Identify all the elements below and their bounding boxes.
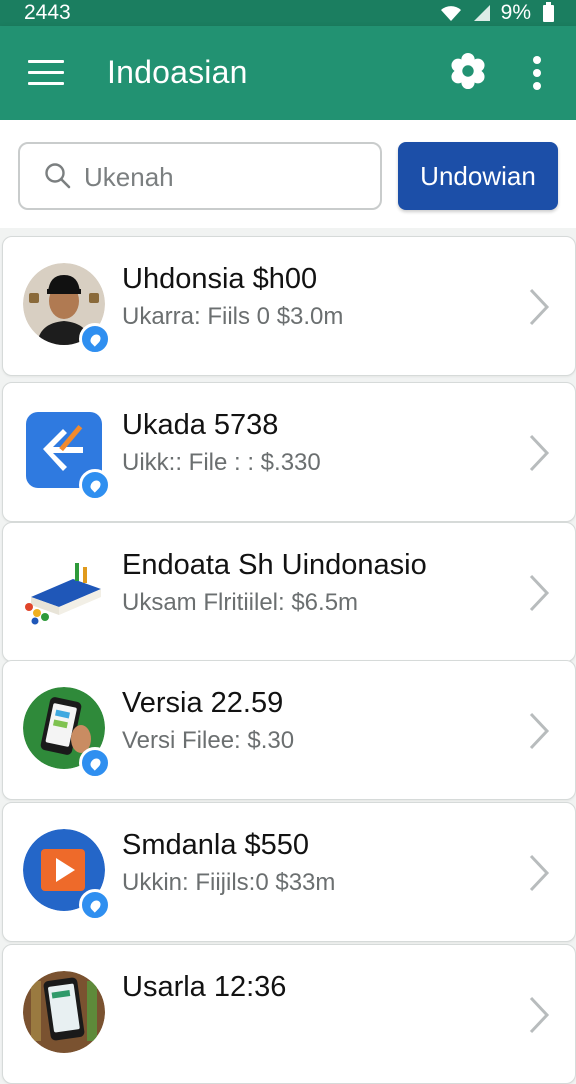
- item-title: Usarla 12:36: [122, 971, 287, 1003]
- item-title: Smdanla $550: [122, 829, 310, 861]
- verified-badge-icon: [79, 323, 111, 355]
- verified-badge-icon: [79, 889, 111, 921]
- list-item[interactable]: Usarla 12:36: [2, 944, 576, 1084]
- item-subtitle: Uksam Flritiilel: $6.5m: [122, 589, 359, 616]
- avatar: [23, 971, 107, 1059]
- status-time: 2443: [24, 1, 71, 24]
- list-item[interactable]: Endoata Sh Uindonasio Uksam Flritiilel: …: [2, 522, 576, 662]
- item-title: Endoata Sh Uindonasio: [122, 549, 427, 581]
- list-item[interactable]: Versia 22.59 Versi Filee: $.30: [2, 660, 576, 800]
- status-indicators: 9%: [439, 1, 554, 25]
- avatar: [23, 263, 111, 355]
- more-vert-icon[interactable]: [530, 56, 544, 90]
- list-item[interactable]: Uhdonsia $h00 Ukarra: Fiils 0 $3.0m: [2, 236, 576, 376]
- chevron-right-icon: [529, 854, 550, 892]
- item-title: Ukada 5738: [122, 409, 279, 441]
- status-bar: 2443 9%: [0, 0, 576, 26]
- avatar: [23, 549, 107, 637]
- chevron-right-icon: [529, 712, 550, 750]
- search-row: Ukenah Undowian: [0, 120, 576, 228]
- chevron-right-icon: [529, 288, 550, 326]
- app-title: Indoasian: [107, 54, 248, 90]
- avatar: [23, 409, 111, 501]
- battery-percent: 9%: [500, 1, 531, 24]
- chevron-right-icon: [529, 574, 550, 612]
- list-item[interactable]: Smdanla $550 Ukkin: Fiijils:0 $33m: [2, 802, 576, 942]
- menu-icon[interactable]: [28, 60, 64, 86]
- app-bar: Indoasian: [0, 26, 576, 120]
- search-button[interactable]: Undowian: [398, 142, 558, 210]
- chevron-right-icon: [529, 434, 550, 472]
- item-subtitle: Uikk:: File : : $.330: [122, 449, 321, 476]
- list-item[interactable]: Ukada 5738 Uikk:: File : : $.330: [2, 382, 576, 522]
- search-input[interactable]: Ukenah: [18, 142, 382, 210]
- verified-badge-icon: [79, 469, 111, 501]
- chevron-right-icon: [529, 996, 550, 1034]
- book-icon: [25, 563, 101, 625]
- settings-icon[interactable]: [449, 52, 487, 90]
- item-title: Uhdonsia $h00: [122, 263, 318, 295]
- item-title: Versia 22.59: [122, 687, 284, 719]
- verified-badge-icon: [79, 747, 111, 779]
- avatar: [23, 829, 111, 921]
- cell-signal-icon: [473, 5, 490, 21]
- avatar: [23, 687, 111, 779]
- item-subtitle: Ukkin: Fiijils:0 $33m: [122, 869, 336, 896]
- search-icon: [45, 163, 71, 189]
- battery-icon: [543, 1, 554, 22]
- item-subtitle: Ukarra: Fiils 0 $3.0m: [122, 303, 344, 330]
- item-subtitle: Versi Filee: $.30: [122, 727, 295, 754]
- search-placeholder: Ukenah: [84, 162, 174, 192]
- wifi-icon: [440, 6, 461, 21]
- phone-hand-icon: [23, 971, 105, 1053]
